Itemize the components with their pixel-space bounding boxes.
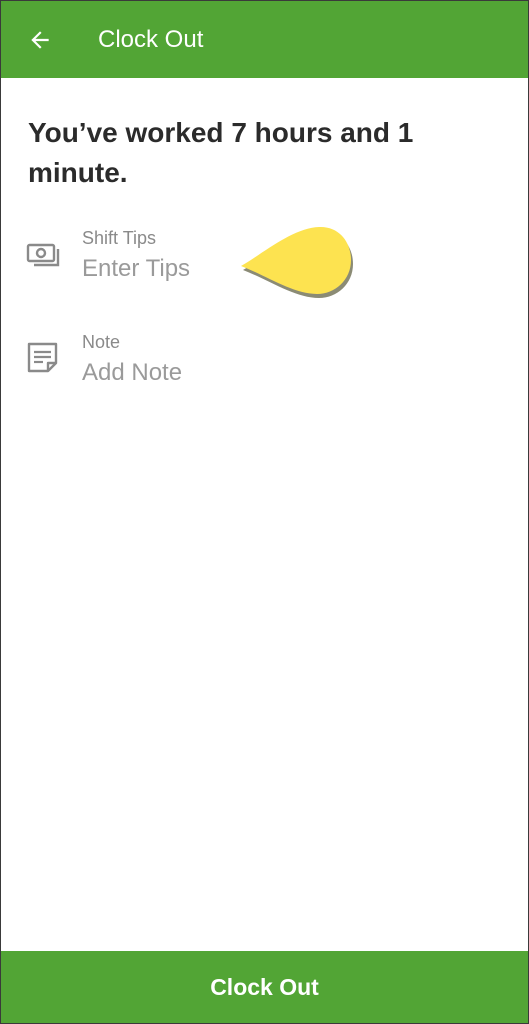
- note-icon: [27, 342, 58, 373]
- note-input[interactable]: Add Note: [82, 357, 382, 389]
- back-button[interactable]: [23, 23, 57, 57]
- app-bar: Clock Out: [1, 1, 528, 78]
- worked-time-summary: You’ve worked 7 hours and 1 minute.: [28, 117, 414, 188]
- arrow-left-icon: [31, 31, 49, 49]
- shift-tips-input[interactable]: Enter Tips: [82, 253, 382, 285]
- money-icon: [26, 243, 60, 267]
- page-title: Clock Out: [98, 26, 204, 53]
- shift-tips-field[interactable]: Shift Tips Enter Tips: [1, 223, 528, 293]
- note-field[interactable]: Note Add Note: [1, 327, 528, 397]
- shift-tips-label: Shift Tips: [82, 228, 157, 248]
- note-label: Note: [82, 332, 121, 352]
- clock-out-screen: Clock Out You’ve worked 7 hours and 1 mi…: [0, 0, 529, 1024]
- clock-out-button[interactable]: Clock Out: [1, 951, 528, 1023]
